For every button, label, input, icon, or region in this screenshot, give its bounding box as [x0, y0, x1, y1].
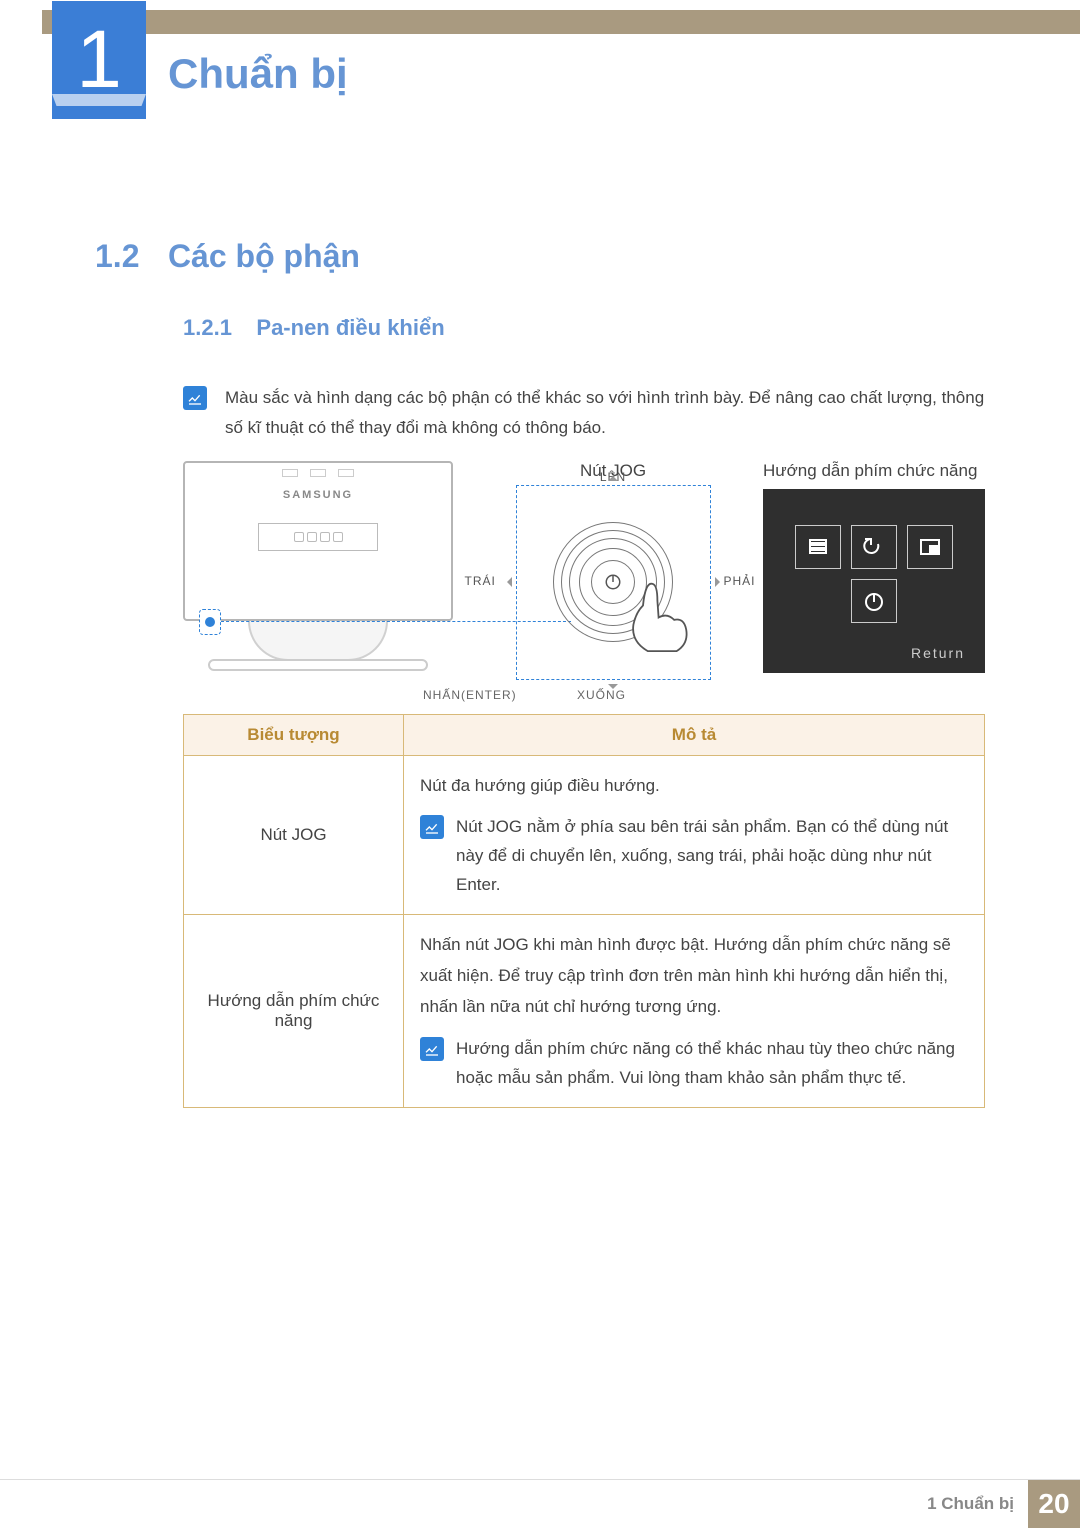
page-footer: 1 Chuẩn bị 20 — [0, 1479, 1080, 1527]
footer-chapter-label: 1 Chuẩn bị — [927, 1494, 1014, 1514]
row-desc-main: Nhấn nút JOG khi màn hình được bật. Hướn… — [420, 929, 968, 1023]
row-icon-label: Nút JOG — [184, 755, 404, 914]
subsection-heading: 1.2.1 Pa-nen điều khiển — [95, 315, 985, 341]
monitor-brand-label: SAMSUNG — [185, 489, 451, 501]
chapter-title: Chuẩn bị — [168, 50, 348, 98]
press-enter-label: NHẤN(ENTER) — [423, 688, 517, 702]
chapter-number: 1 — [52, 1, 146, 119]
function-guide-label: Hướng dẫn phím chức năng — [763, 461, 985, 481]
diagram-area: SAMSUNG Nút JOG LÊN TRÁI PHẢI — [95, 461, 985, 684]
note-icon — [420, 1037, 444, 1061]
guide-return-icon — [851, 525, 897, 569]
section-number: 1.2 — [95, 238, 139, 274]
subsection-number: 1.2.1 — [183, 315, 232, 340]
monitor-rear-diagram: SAMSUNG — [183, 461, 453, 671]
direction-left-label: TRÁI — [465, 574, 496, 588]
table-head-desc: Mô tả — [404, 714, 985, 755]
jog-dial-icon — [553, 522, 673, 642]
row-desc-main: Nút đa hướng giúp điều hướng. — [420, 770, 968, 801]
chapter-header: 1 Chuẩn bị — [0, 0, 1080, 118]
table-head-icon: Biểu tượng — [184, 714, 404, 755]
row-note-text: Nút JOG nằm ở phía sau bên trái sản phẩm… — [456, 813, 968, 900]
guide-pip-icon — [907, 525, 953, 569]
guide-power-icon — [851, 579, 897, 623]
guide-return-label: Return — [911, 645, 965, 661]
hand-icon — [619, 569, 691, 654]
row-icon-label: Hướng dẫn phím chức năng — [184, 914, 404, 1107]
jog-location-marker — [199, 609, 221, 635]
section-heading: 1.2 Các bộ phận — [95, 238, 985, 275]
jog-direction-diagram: LÊN TRÁI PHẢI — [516, 485, 711, 680]
row-note-text: Hướng dẫn phím chức năng có thể khác nha… — [456, 1035, 968, 1093]
footer-page-number: 20 — [1028, 1480, 1080, 1528]
note-icon — [420, 815, 444, 839]
direction-right-label: PHẢI — [723, 574, 755, 588]
direction-down-label: XUỐNG — [577, 688, 626, 702]
function-key-guide-panel: Return — [763, 489, 985, 673]
subsection-title: Pa-nen điều khiển — [256, 315, 444, 340]
table-row: Nút JOG Nút đa hướng giúp điều hướng. Nú… — [184, 755, 985, 914]
guide-menu-icon — [795, 525, 841, 569]
intro-note: Màu sắc và hình dạng các bộ phận có thể … — [95, 383, 985, 443]
table-row: Hướng dẫn phím chức năng Nhấn nút JOG kh… — [184, 914, 985, 1107]
description-table: Biểu tượng Mô tả Nút JOG Nút đa hướng gi… — [183, 714, 985, 1108]
note-icon — [183, 386, 207, 410]
intro-note-text: Màu sắc và hình dạng các bộ phận có thể … — [225, 383, 985, 443]
section-title: Các bộ phận — [168, 238, 360, 274]
